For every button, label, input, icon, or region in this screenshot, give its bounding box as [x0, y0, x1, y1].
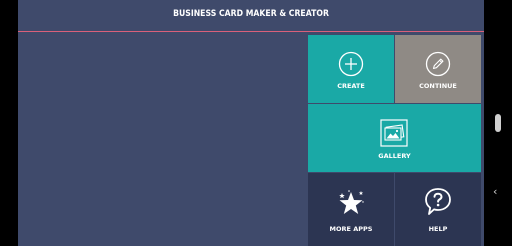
continue-button[interactable]: CONTINUE — [395, 35, 481, 103]
pencil-circle-icon — [425, 51, 451, 77]
app-screen: BUSINESS CARD MAKER & CREATOR CREATE CON… — [18, 0, 484, 246]
gesture-handle[interactable] — [495, 114, 501, 132]
create-button[interactable]: CREATE — [308, 35, 394, 103]
app-title: BUSINESS CARD MAKER & CREATOR — [173, 9, 329, 19]
title-bar: BUSINESS CARD MAKER & CREATOR — [18, 0, 484, 32]
star-icon — [339, 190, 364, 214]
help-button[interactable]: HELP — [395, 173, 481, 246]
more-apps-label: MORE APPS — [329, 225, 373, 233]
back-chevron-icon[interactable]: ‹ — [493, 185, 497, 198]
create-label: CREATE — [337, 82, 365, 90]
gallery-label: GALLERY — [378, 152, 411, 160]
help-bubble-icon — [425, 188, 451, 215]
gallery-image-icon — [380, 119, 408, 147]
continue-label: CONTINUE — [419, 82, 457, 90]
gallery-button[interactable]: GALLERY — [308, 104, 481, 172]
help-label: HELP — [428, 225, 448, 233]
plus-circle-icon — [338, 51, 364, 77]
more-apps-button[interactable]: MORE APPS — [308, 173, 394, 246]
